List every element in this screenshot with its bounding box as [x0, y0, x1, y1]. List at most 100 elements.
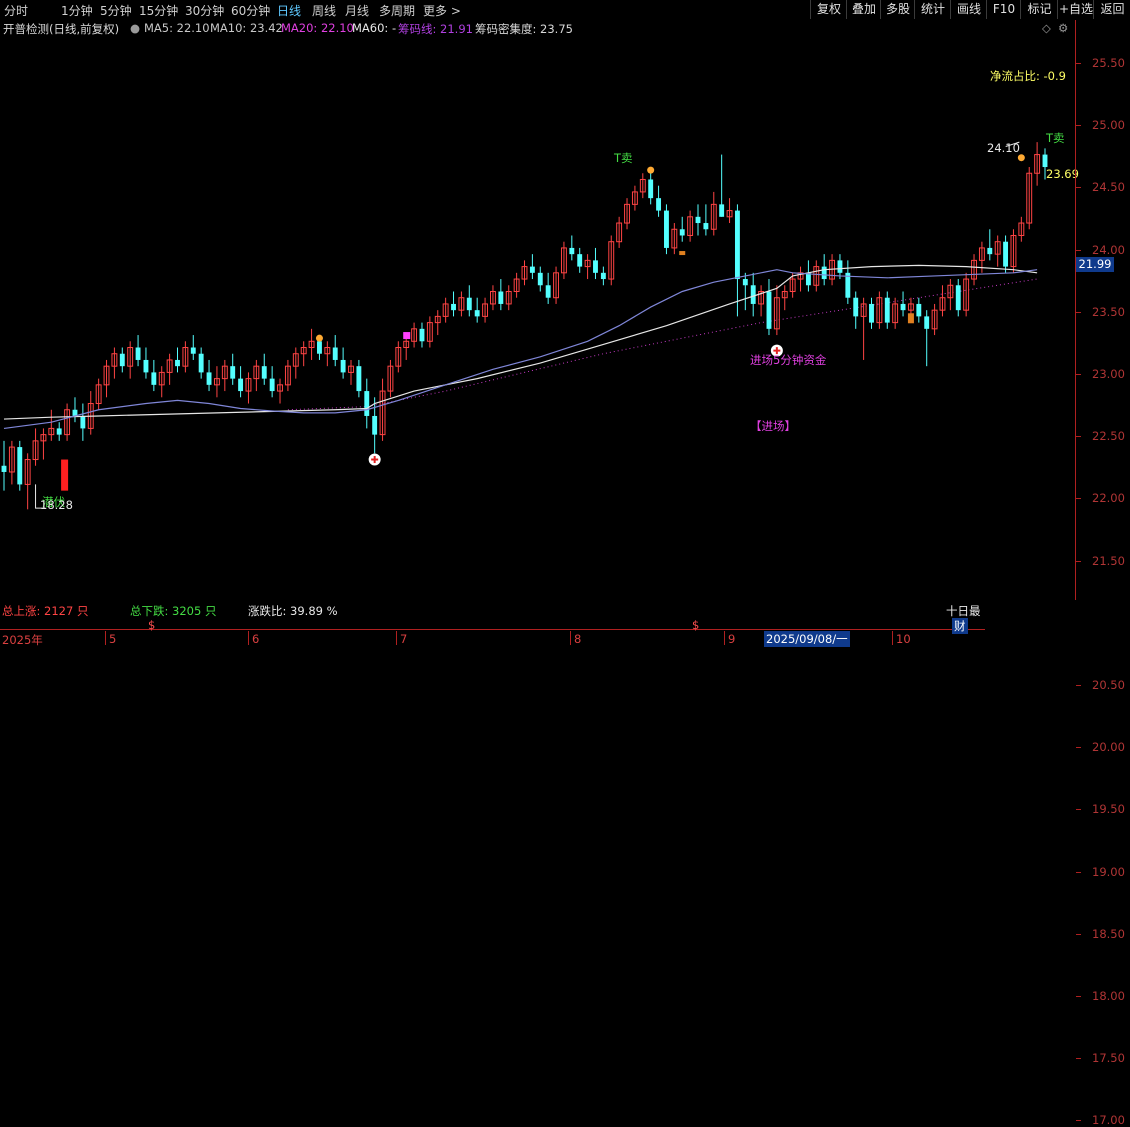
x-label-year: 2025年: [2, 633, 43, 647]
y-tick: [1076, 560, 1081, 562]
runner-icon: [647, 166, 655, 174]
timeframe-tab[interactable]: 30分钟: [185, 2, 224, 19]
info-icon[interactable]: ●: [130, 21, 140, 35]
x-separator: [724, 631, 725, 645]
runner-icon: [1017, 154, 1025, 162]
x-label-may: 5: [109, 632, 117, 646]
x-separator: [248, 631, 249, 645]
last-price-badge: 21.99: [1076, 257, 1114, 272]
t-sell-label: T卖: [614, 151, 633, 165]
candle-body: [955, 285, 961, 311]
toolbar-button[interactable]: 复权: [810, 0, 847, 19]
signal-bar: [61, 459, 69, 491]
low-price-label: 18.28: [40, 498, 73, 512]
candle-body: [356, 366, 362, 392]
price-label: 23.69: [1046, 167, 1079, 181]
candle-body: [750, 285, 756, 304]
candle-body: [119, 353, 125, 367]
candle-body: [230, 366, 236, 379]
timeframe-tab[interactable]: 多周期: [379, 2, 415, 19]
chip-line-value: 筹码线: 21.91: [398, 22, 473, 36]
dividend-marker[interactable]: $: [692, 618, 699, 632]
candle-body: [372, 415, 378, 435]
dividend-marker[interactable]: $: [148, 618, 155, 632]
y-tick: [1076, 933, 1081, 935]
gear-icon[interactable]: ⚙: [1058, 21, 1068, 35]
y-tick: [1076, 498, 1081, 500]
y-tick-label: 23.50: [1092, 304, 1125, 319]
x-separator: [105, 631, 106, 645]
candle-body: [56, 428, 62, 435]
total-up-count: 总上涨: 2127 只: [2, 604, 89, 618]
ma5-value: MA5: 22.10: [144, 21, 210, 35]
candle-body: [190, 347, 196, 354]
timeframe-tab[interactable]: 5分钟: [100, 2, 132, 19]
y-tick: [1076, 311, 1081, 313]
candle-body: [1, 465, 7, 472]
x-label-sep: 9: [728, 632, 736, 646]
timeframe-tab[interactable]: 60分钟: [231, 2, 270, 19]
candle-body: [853, 297, 859, 317]
x-label-jul: 7: [400, 632, 408, 646]
candle-body: [884, 297, 890, 323]
y-tick-label: 17.00: [1092, 1113, 1125, 1127]
up-down-ratio: 涨跌比: 39.89 %: [248, 604, 338, 618]
timeframe-tab[interactable]: 分时: [4, 2, 28, 19]
candle-body: [1042, 154, 1048, 168]
runner-icon: [315, 334, 323, 342]
y-tick: [1076, 871, 1081, 873]
y-tick: [1076, 63, 1081, 64]
y-tick-label: 21.50: [1092, 553, 1125, 568]
y-tick: [1076, 187, 1081, 189]
ma20-value: MA20: 22.10: [281, 21, 354, 35]
y-tick-label: 19.00: [1092, 864, 1125, 879]
candle-body: [151, 372, 157, 385]
toolbar-button[interactable]: 统计: [914, 0, 951, 19]
candle-body: [419, 328, 425, 342]
toolbar-button[interactable]: 叠加: [846, 0, 881, 19]
toolbar-button[interactable]: 标记: [1020, 0, 1058, 19]
y-tick: [1076, 685, 1081, 686]
candle-body: [679, 229, 685, 236]
candle-body: [656, 198, 662, 211]
timeframe-tab[interactable]: 15分钟: [139, 2, 178, 19]
timeframe-tab[interactable]: 月线: [345, 2, 369, 19]
entry-5min-label: 进场5分钟资金: [750, 353, 827, 367]
toolbar-button[interactable]: F10: [986, 0, 1021, 19]
candle-body: [474, 310, 480, 317]
diamond-icon[interactable]: ◇: [1042, 21, 1051, 35]
x-separator: [396, 631, 397, 645]
candle-body: [766, 291, 772, 329]
price-axis: 25.50 25.00 24.50 24.00 23.50 23.00 22.50 22.00…: [1075, 20, 1130, 1127]
ma-line-white: [3, 264, 1038, 420]
finance-badge[interactable]: 财: [952, 618, 968, 634]
toolbar-button[interactable]: +自选: [1057, 0, 1094, 19]
toolbar-button[interactable]: 多股: [880, 0, 915, 19]
ma-line-blue: [3, 269, 1038, 430]
signal-block: [907, 313, 914, 324]
candle-body: [916, 303, 922, 317]
candle-body: [742, 279, 748, 286]
t-sell-label-2: T卖: [1046, 131, 1065, 145]
y-tick: [1076, 436, 1081, 438]
candle-body: [529, 266, 535, 273]
toolbar-button[interactable]: 返回: [1093, 0, 1130, 19]
timeframe-tab[interactable]: 更多 >: [423, 2, 461, 19]
timeframe-tab[interactable]: 1分钟: [61, 2, 93, 19]
candle-body: [175, 359, 180, 367]
toolbar-button[interactable]: 画线: [950, 0, 987, 19]
x-label-oct: 10: [896, 632, 911, 646]
y-tick: [1076, 996, 1081, 997]
total-down-count: 总下跌: 3205 只: [130, 604, 217, 618]
top-toolbar: 分时 1分钟 5分钟 15分钟 30分钟 60分钟 日线 周线 月线 多周期 更多 > 复权 叠加 多股…: [0, 0, 1130, 20]
timeframe-tab[interactable]: 周线: [312, 2, 336, 19]
x-separator: [892, 631, 893, 645]
y-tick: [1076, 374, 1081, 375]
candle-body: [269, 378, 275, 392]
candle-body: [545, 285, 551, 298]
timeframe-tab[interactable]: 日线: [277, 2, 301, 19]
y-tick: [1076, 1058, 1081, 1060]
y-tick-label: 25.00: [1092, 118, 1125, 133]
candlestick-chart[interactable]: [0, 38, 1075, 598]
candle-body: [593, 260, 598, 273]
